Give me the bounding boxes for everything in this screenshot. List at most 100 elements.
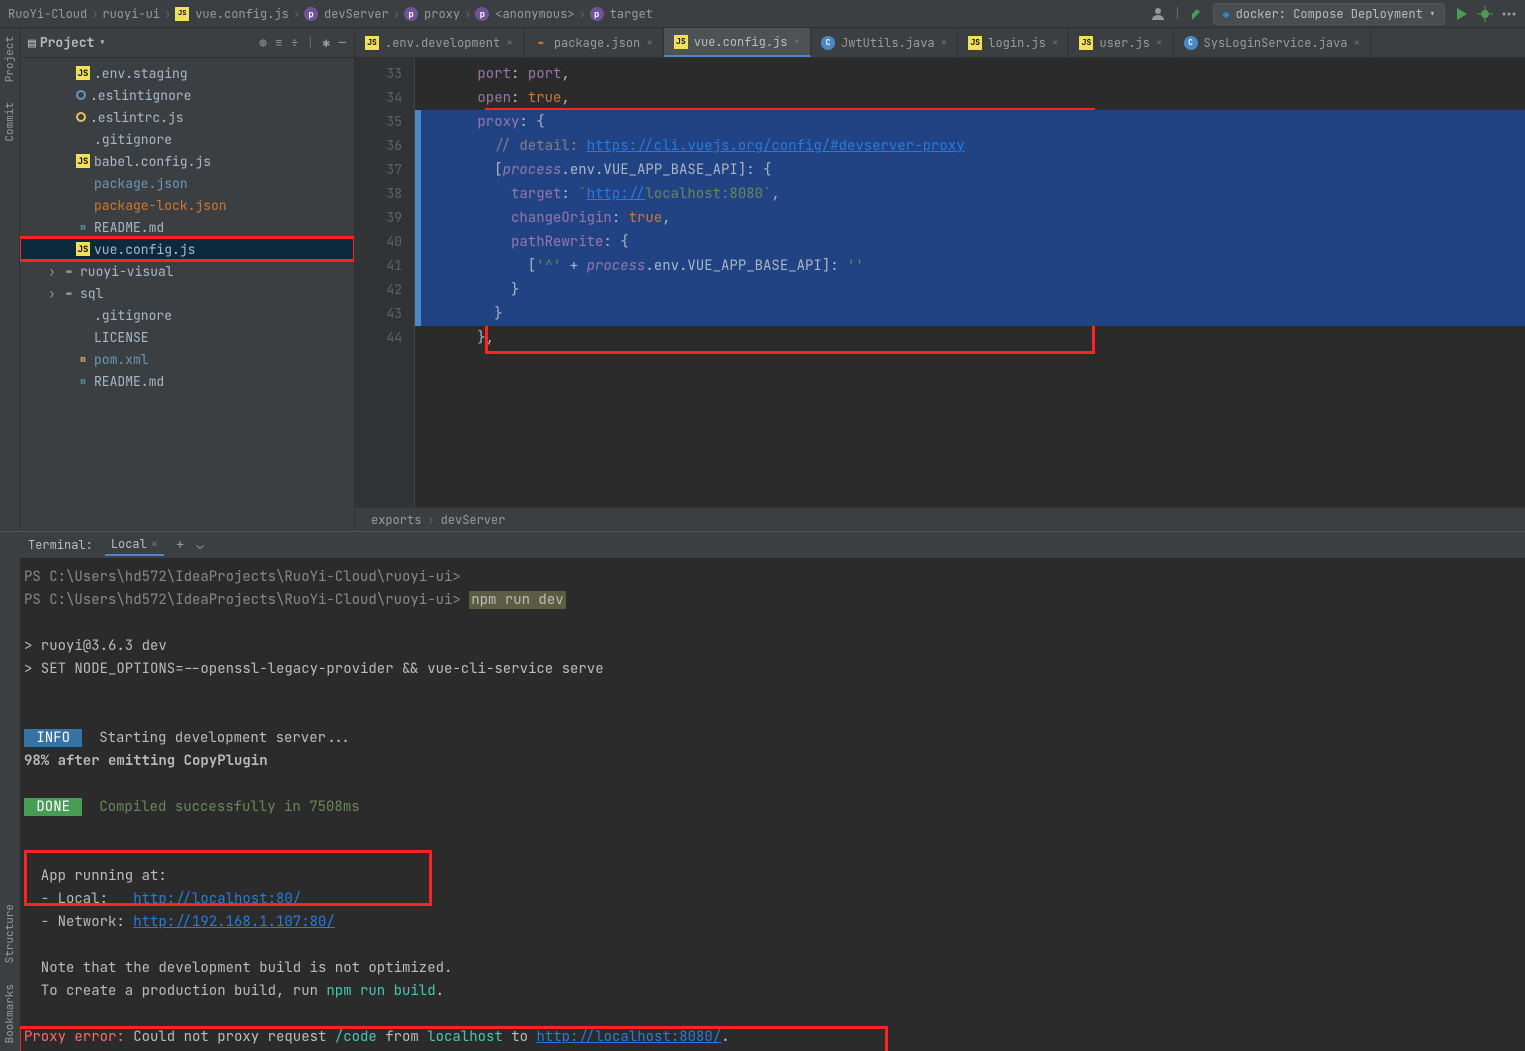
debug-icon[interactable]	[1477, 6, 1493, 22]
tree-item[interactable]: .eslintrc.js	[20, 106, 354, 128]
tree-item[interactable]: mREADME.md	[20, 370, 354, 392]
code-editor[interactable]: 333435363738394041424344 port: port, ope…	[355, 58, 1525, 507]
hammer-icon[interactable]	[1189, 6, 1205, 22]
structure-tool-button[interactable]: Structure	[3, 904, 17, 963]
code-line[interactable]: port: port,	[415, 62, 1525, 86]
close-icon[interactable]: ×	[1156, 36, 1163, 50]
top-navigation-bar: RuoYi-Cloud › ruoyi-ui › JS vue.config.j…	[0, 0, 1525, 28]
editor-tab[interactable]: CSysLoginService.java×	[1174, 28, 1372, 57]
breadcrumb-item[interactable]: devServer	[324, 6, 389, 22]
json-icon	[76, 198, 90, 212]
js-icon: JS	[175, 7, 189, 21]
collapse-icon[interactable]: ÷	[291, 34, 299, 51]
terminal-line: > ruoyi@3.6.3 dev	[24, 635, 1521, 658]
tree-item[interactable]: JS.env.staging	[20, 62, 354, 84]
terminal-line	[24, 681, 1521, 704]
editor-tab[interactable]: JS.env.development×	[355, 28, 524, 57]
terminal-line: PS C:\Users\hd572\IdeaProjects\RuoYi-Clo…	[24, 589, 1521, 612]
editor-tab[interactable]: JSlogin.js×	[958, 28, 1069, 57]
code-line[interactable]: }	[415, 278, 1525, 302]
md-icon: m	[76, 374, 90, 388]
select-opened-icon[interactable]: ⊕	[259, 34, 267, 51]
terminal-line: - Local: http://localhost:80/	[24, 888, 1521, 911]
close-icon[interactable]: ×	[646, 36, 653, 50]
breadcrumb-item[interactable]: vue.config.js	[195, 6, 289, 22]
tree-item[interactable]: .eslintignore	[20, 84, 354, 106]
chevron-down-icon[interactable]: ⌄	[196, 537, 203, 553]
close-icon[interactable]: ×	[1052, 36, 1059, 50]
breadcrumb-item[interactable]: ruoyi-ui	[102, 6, 160, 22]
editor-breadcrumb[interactable]: exports › devServer	[355, 507, 1525, 531]
code-line[interactable]: [process.env.VUE_APP_BASE_API]: {	[415, 158, 1525, 182]
tree-item[interactable]: .gitignore	[20, 128, 354, 150]
terminal-tabs: Terminal: Local× + ⌄	[20, 532, 1525, 558]
close-icon[interactable]: ×	[941, 36, 948, 50]
code-line[interactable]: target: `http://localhost:8080`,	[415, 182, 1525, 206]
code-line[interactable]: ['^' + process.env.VUE_APP_BASE_API]: ''	[415, 254, 1525, 278]
editor-tab[interactable]: ▬package.json×	[524, 28, 664, 57]
tree-item[interactable]: JSbabel.config.js	[20, 150, 354, 172]
tree-item[interactable]: mpom.xml	[20, 348, 354, 370]
code-line[interactable]: changeOrigin: true,	[415, 206, 1525, 230]
project-tree[interactable]: JS.env.staging.eslintignore.eslintrc.js.…	[20, 58, 354, 531]
breadcrumb-item[interactable]: <anonymous>	[495, 6, 574, 22]
java-icon: C	[821, 36, 835, 50]
breadcrumb-item[interactable]: proxy	[424, 6, 460, 22]
code-line[interactable]: },	[415, 326, 1525, 350]
code-line[interactable]: }	[415, 302, 1525, 326]
chevron-down-icon[interactable]: ▾	[98, 34, 106, 51]
tree-item[interactable]: ▬ruoyi-visual	[20, 260, 354, 282]
expand-all-icon[interactable]: ≡	[275, 34, 283, 51]
editor-tab[interactable]: JSuser.js×	[1069, 28, 1173, 57]
js-icon: JS	[1079, 36, 1093, 50]
tree-item[interactable]: package-lock.json	[20, 194, 354, 216]
breadcrumb-root[interactable]: RuoYi-Cloud	[8, 6, 87, 22]
terminal-line	[24, 773, 1521, 796]
tree-item[interactable]: package.json	[20, 172, 354, 194]
left-tool-rail[interactable]: Project Commit	[0, 28, 20, 531]
code-line[interactable]: pathRewrite: {	[415, 230, 1525, 254]
terminal-tab-local[interactable]: Local×	[105, 534, 164, 556]
run-config-dropdown[interactable]: ◈ docker: Compose Deployment ▾	[1213, 3, 1445, 25]
user-icon[interactable]	[1150, 6, 1166, 22]
add-terminal-button[interactable]: +	[176, 536, 184, 554]
txt-icon	[76, 308, 90, 322]
terminal-line	[24, 819, 1521, 842]
tree-item[interactable]: JSvue.config.js	[20, 238, 354, 260]
more-icon[interactable]	[1501, 6, 1517, 22]
editor-tab[interactable]: CJwtUtils.java×	[811, 28, 958, 57]
editor-tabs: JS.env.development×▬package.json×JSvue.c…	[355, 28, 1525, 58]
tree-item[interactable]: ▬sql	[20, 282, 354, 304]
code-line[interactable]: open: true,	[415, 86, 1525, 110]
editor-tab[interactable]: JSvue.config.js×	[664, 28, 811, 57]
run-icon[interactable]	[1453, 6, 1469, 22]
chevron-down-icon: ▾	[1429, 6, 1436, 22]
bookmarks-tool-button[interactable]: Bookmarks	[3, 984, 17, 1043]
tree-item[interactable]: mREADME.md	[20, 216, 354, 238]
tree-item[interactable]: .gitignore	[20, 304, 354, 326]
breadcrumb[interactable]: RuoYi-Cloud › ruoyi-ui › JS vue.config.j…	[8, 6, 1150, 22]
commit-tool-button[interactable]: Commit	[3, 102, 17, 142]
xml-icon: m	[76, 352, 90, 366]
close-icon[interactable]: ×	[151, 536, 158, 552]
code-line[interactable]: // detail: https://cli.vuejs.org/config/…	[415, 134, 1525, 158]
java-icon: C	[1184, 36, 1198, 50]
json-icon	[76, 176, 90, 190]
terminal-output[interactable]: PS C:\Users\hd572\IdeaProjects\RuoYi-Clo…	[20, 558, 1525, 1051]
js-icon: JS	[76, 66, 90, 80]
code-line[interactable]: proxy: {	[415, 110, 1525, 134]
close-icon[interactable]: ×	[1354, 36, 1361, 50]
terminal-line	[24, 1003, 1521, 1026]
property-icon: p	[404, 7, 418, 21]
terminal-line	[24, 704, 1521, 727]
js-icon: JS	[365, 36, 379, 50]
tree-item[interactable]: LICENSE	[20, 326, 354, 348]
close-icon[interactable]: ×	[793, 35, 800, 49]
breadcrumb-item[interactable]: target	[610, 6, 653, 22]
close-icon[interactable]: ×	[506, 36, 513, 50]
project-tool-button[interactable]: Project	[3, 36, 17, 82]
property-icon: p	[304, 7, 318, 21]
hide-icon[interactable]: —	[338, 34, 346, 51]
gear-icon[interactable]: ✱	[322, 34, 330, 51]
txt-icon	[76, 330, 90, 344]
